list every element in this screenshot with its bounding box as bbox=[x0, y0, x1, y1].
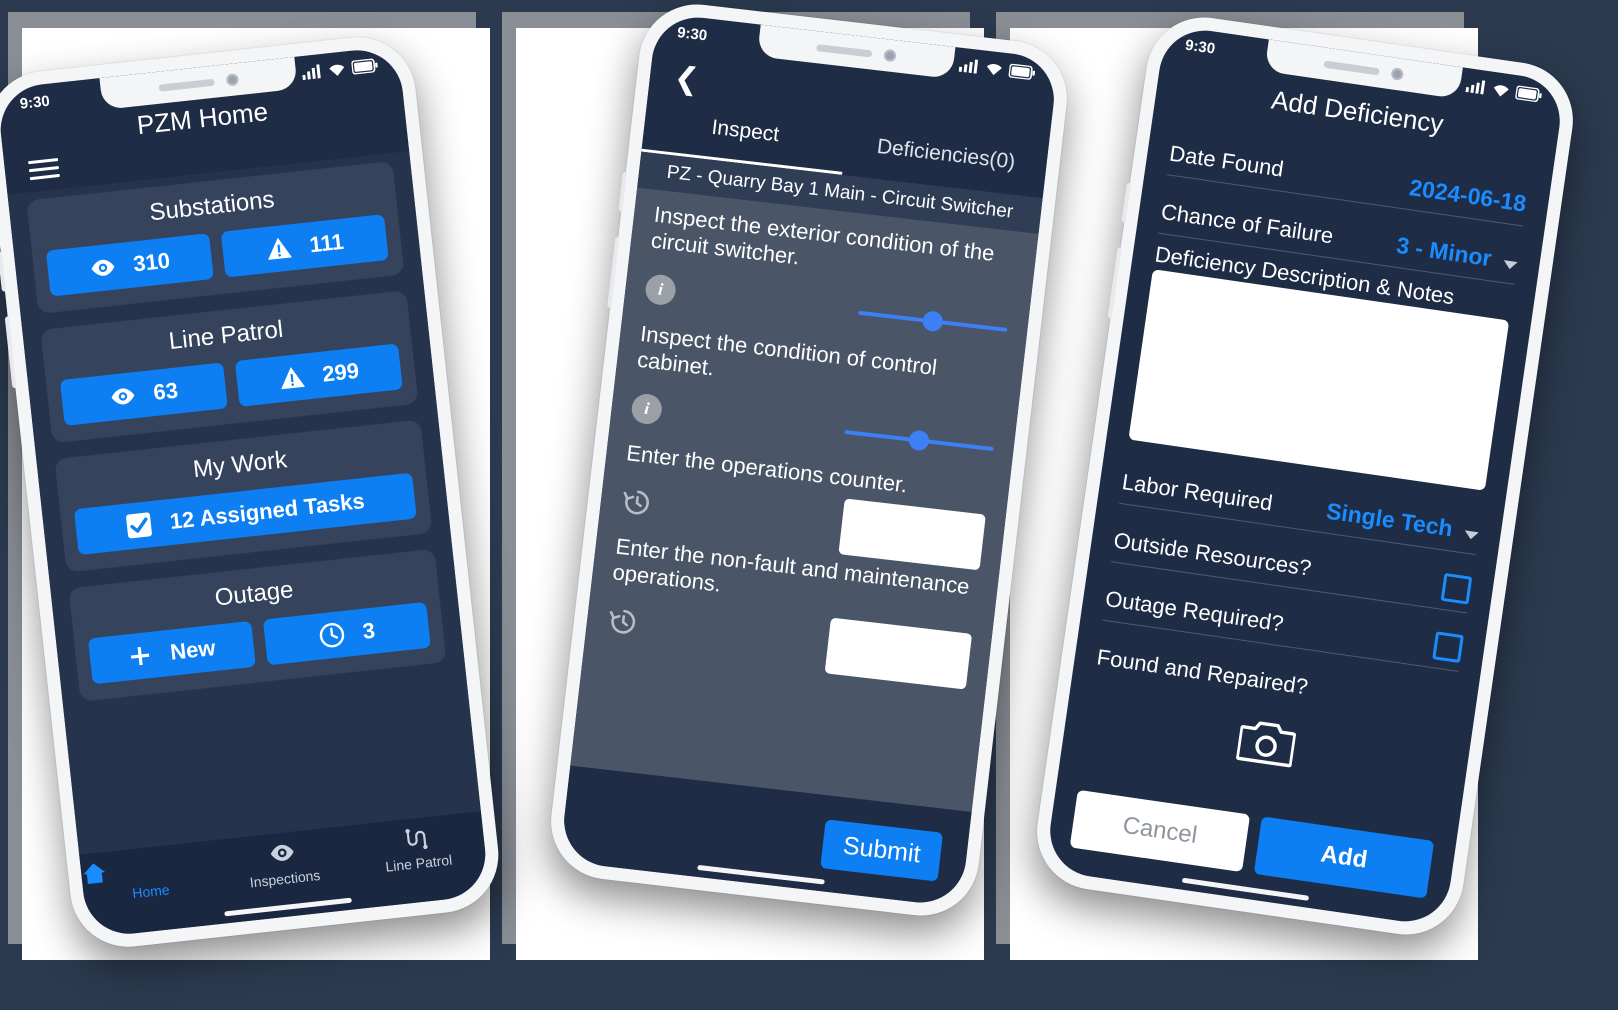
slider-knob[interactable] bbox=[907, 429, 931, 452]
status-time: 9:30 bbox=[676, 23, 709, 44]
warning-icon bbox=[280, 367, 305, 390]
front-camera-icon bbox=[225, 73, 240, 87]
home-indicator bbox=[1181, 877, 1310, 901]
eye-icon bbox=[91, 259, 115, 276]
battery-icon bbox=[1515, 85, 1542, 103]
submit-button[interactable]: Submit bbox=[820, 819, 944, 882]
home-cards: Substations 310 111 Line Patrol 63 299 M… bbox=[7, 151, 482, 863]
substations-deficiencies-button[interactable]: 111 bbox=[220, 214, 389, 278]
line-patrol-inspections-button[interactable]: 63 bbox=[59, 362, 228, 426]
deficiency-actions: Cancel Add bbox=[1048, 787, 1456, 902]
add-button[interactable]: Add bbox=[1253, 816, 1435, 899]
labor-required-value[interactable]: Single Tech bbox=[1325, 498, 1455, 542]
pill-label: 63 bbox=[152, 377, 180, 406]
question-1-slider[interactable] bbox=[857, 303, 1008, 340]
front-camera-icon bbox=[1390, 67, 1405, 81]
wifi-icon bbox=[1493, 85, 1509, 97]
status-icons bbox=[1465, 78, 1542, 103]
pill-label: 299 bbox=[321, 357, 361, 387]
outside-resources-checkbox[interactable] bbox=[1440, 572, 1473, 605]
speaker-grille bbox=[816, 43, 873, 58]
mockup-stage: 9:30 PZM Home Substations 310 111 Line P… bbox=[0, 0, 1618, 1010]
eye-icon bbox=[111, 388, 135, 405]
cancel-button[interactable]: Cancel bbox=[1069, 789, 1251, 873]
screen-pzm-home: 9:30 PZM Home Substations 310 111 Line P… bbox=[0, 45, 490, 939]
question-2-slider[interactable] bbox=[843, 422, 994, 459]
chevron-down-icon[interactable] bbox=[1463, 530, 1479, 541]
clock-icon bbox=[319, 623, 345, 648]
card-outage: Outage New 3 bbox=[68, 548, 447, 702]
battery-icon bbox=[351, 58, 378, 75]
signal-icon bbox=[302, 64, 321, 81]
speaker-grille bbox=[1323, 60, 1380, 75]
pill-label: New bbox=[168, 634, 217, 665]
new-outage-button[interactable]: New bbox=[87, 620, 256, 685]
plus-icon bbox=[131, 646, 150, 666]
pill-label: 3 bbox=[361, 617, 377, 644]
operations-counter-input[interactable] bbox=[838, 498, 986, 571]
slider-knob[interactable] bbox=[921, 310, 944, 333]
chance-of-failure-value[interactable]: 3 - Minor bbox=[1395, 232, 1494, 271]
speaker-grille bbox=[158, 78, 215, 92]
tab-inspections[interactable]: Inspections bbox=[214, 834, 353, 894]
checkbox-icon bbox=[126, 512, 153, 539]
wifi-icon bbox=[986, 64, 1002, 76]
maintenance-operations-input[interactable] bbox=[824, 617, 973, 690]
battery-icon bbox=[1008, 63, 1036, 80]
signal-icon bbox=[1465, 80, 1486, 95]
back-chevron-icon[interactable]: ❮ bbox=[672, 61, 701, 97]
hamburger-icon[interactable] bbox=[27, 157, 60, 180]
info-icon[interactable]: i bbox=[643, 273, 678, 307]
tab-line-patrol[interactable]: Line Patrol bbox=[348, 819, 487, 878]
pill-label: 12 Assigned Tasks bbox=[168, 488, 366, 534]
status-icons bbox=[958, 58, 1036, 81]
card-line-patrol: Line Patrol 63 299 bbox=[40, 290, 419, 444]
card-my-work: My Work 12 Assigned Tasks bbox=[54, 419, 433, 573]
signal-icon bbox=[958, 59, 979, 74]
inspection-questions: Inspect the exterior condition of the ci… bbox=[570, 187, 1039, 813]
screen-inspect: 9:30 ❮ Inspect Deficiencies(0) PZ - Quar… bbox=[559, 12, 1059, 908]
info-icon[interactable]: i bbox=[630, 392, 664, 426]
pending-outage-button[interactable]: 3 bbox=[262, 601, 431, 666]
status-icons bbox=[301, 58, 378, 81]
substations-inspections-button[interactable]: 310 bbox=[45, 233, 214, 297]
chevron-down-icon[interactable] bbox=[1502, 259, 1518, 270]
pill-label: 310 bbox=[132, 247, 172, 277]
status-time: 9:30 bbox=[18, 92, 51, 113]
warning-icon bbox=[267, 237, 292, 260]
tab-home[interactable]: Home bbox=[80, 848, 219, 906]
front-camera-icon bbox=[883, 48, 897, 63]
camera-icon bbox=[1235, 721, 1297, 768]
tab-label: Home bbox=[131, 881, 171, 902]
date-found-value[interactable]: 2024-06-18 bbox=[1408, 174, 1528, 218]
outage-required-checkbox[interactable] bbox=[1432, 631, 1464, 664]
pill-label: 111 bbox=[308, 228, 345, 258]
deficiency-form: Date Found 2024-06-18 Chance of Failure … bbox=[1061, 114, 1553, 809]
field-label: Date Found bbox=[1167, 140, 1286, 182]
history-icon[interactable] bbox=[619, 485, 654, 520]
history-icon[interactable] bbox=[605, 604, 640, 639]
wifi-icon bbox=[329, 64, 345, 76]
status-time: 9:30 bbox=[1184, 36, 1217, 58]
line-patrol-deficiencies-button[interactable]: 299 bbox=[234, 343, 403, 407]
field-label: Found and Repaired? bbox=[1095, 644, 1310, 700]
